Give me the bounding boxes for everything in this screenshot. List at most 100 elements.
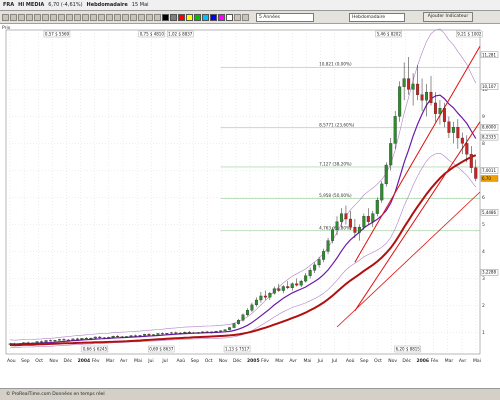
log-scale-icon[interactable] — [138, 13, 145, 21]
candle-body — [151, 334, 155, 336]
settings-icon[interactable] — [98, 13, 105, 21]
erase-tool-icon[interactable] — [58, 13, 65, 21]
right-price-tag-text: 6,70 — [482, 176, 491, 181]
x-tick-label: Déc — [63, 357, 72, 364]
arrow-tool-icon[interactable] — [50, 13, 57, 21]
zoom-tool-icon[interactable] — [10, 13, 17, 21]
candle-body — [98, 336, 102, 338]
indicator-icon[interactable] — [146, 13, 153, 21]
x-tick-label: Jui — [317, 358, 323, 364]
candle-body — [35, 341, 39, 344]
candle-body — [187, 331, 191, 333]
color-gray-swatch[interactable] — [170, 13, 177, 21]
candle-body — [290, 283, 294, 288]
x-tick-label: Déc — [402, 357, 411, 364]
candle-body — [384, 164, 388, 185]
candle-body — [322, 251, 326, 260]
color-red-swatch[interactable] — [178, 13, 185, 21]
x-tick-label: Fév — [92, 357, 100, 364]
candle-body — [250, 304, 254, 311]
top-price-label: 9,21 $ 1002 — [457, 32, 482, 37]
color-magenta-swatch[interactable] — [218, 13, 225, 21]
fibonacci-tool-icon[interactable] — [34, 13, 41, 21]
color-blue-swatch[interactable] — [210, 13, 217, 21]
color-white-swatch[interactable] — [226, 13, 233, 21]
scale-icon[interactable] — [130, 13, 137, 21]
x-tick-label: Nov — [49, 358, 58, 364]
candle-body — [8, 343, 12, 345]
alert-icon[interactable] — [154, 13, 161, 21]
linewidth-icon[interactable] — [234, 13, 241, 21]
x-tick-label: Nov — [219, 358, 228, 364]
candle-body — [232, 323, 236, 328]
candle-body — [416, 83, 420, 95]
line-chart-icon[interactable] — [122, 13, 129, 21]
candle-body — [326, 240, 330, 252]
ticker-code: FRA — [3, 2, 15, 8]
color-black-swatch[interactable] — [162, 13, 169, 21]
fib-level-label: 10,821 (0,00%) — [319, 62, 352, 67]
candle-body — [160, 333, 164, 335]
candle-body — [223, 329, 227, 331]
x-tick-label: 2006 — [417, 358, 430, 364]
x-tick-label: Aoû — [346, 357, 355, 364]
candle-body — [299, 280, 303, 286]
x-tick-label: Avr — [459, 358, 466, 364]
candle-body — [313, 264, 317, 271]
candle-body — [245, 310, 249, 316]
candle-body — [281, 286, 285, 291]
line-tool-icon[interactable] — [18, 13, 25, 21]
save-icon[interactable] — [82, 13, 89, 21]
x-tick-label: Oct — [205, 358, 213, 364]
chart-area[interactable]: 10987654321AouSepOctNovDéc2004FévMarAvrM… — [0, 24, 500, 388]
status-text: © ProRealTime.com Données en temps réel — [6, 392, 105, 397]
candle-body — [429, 91, 433, 104]
add-indicator-button[interactable]: Ajouter Indicateur — [423, 12, 473, 22]
y-tick-label: 5 — [482, 222, 485, 228]
y-tick-label: 2 — [482, 303, 485, 309]
candle-body — [259, 295, 263, 301]
x-tick-label: Mar — [106, 358, 115, 364]
magnet-tool-icon[interactable] — [66, 13, 73, 21]
channel-tool-icon[interactable] — [26, 13, 33, 21]
bottom-price-label: 1,13 $ 7517 — [225, 347, 250, 352]
candle-body — [371, 213, 375, 222]
color-yellow-swatch[interactable] — [186, 13, 193, 21]
linestyle-icon[interactable] — [242, 13, 249, 21]
candle-body — [44, 340, 48, 343]
x-tick-label: Fév — [431, 357, 439, 364]
right-price-tag-text: 5,4486 — [482, 210, 496, 215]
candle-body — [49, 340, 53, 342]
print-icon[interactable] — [74, 13, 81, 21]
candle-body — [214, 331, 218, 333]
color-cyan-swatch[interactable] — [202, 13, 209, 21]
candle-body — [196, 332, 200, 334]
x-tick-label: Jui — [147, 358, 153, 364]
y-tick-label: 4 — [482, 249, 485, 255]
x-tick-label: Oct — [374, 358, 382, 364]
right-price-tag-text: 3,2288 — [482, 270, 496, 275]
price-axis-label: Prix — [2, 26, 11, 31]
candle-body — [402, 78, 406, 87]
bar-icon[interactable] — [114, 13, 121, 21]
text-tool-icon[interactable] — [42, 13, 49, 21]
grid-icon[interactable] — [90, 13, 97, 21]
period-select[interactable]: 5 Années — [256, 13, 314, 22]
cursor-tool-icon[interactable] — [2, 13, 9, 21]
y-tick-label: 3 — [482, 276, 485, 282]
candle-body — [335, 221, 339, 230]
price-chart[interactable]: 10987654321AouSepOctNovDéc2004FévMarAvrM… — [0, 24, 500, 388]
interval-select[interactable]: Hebdomadaire — [349, 13, 405, 22]
candle-body — [120, 336, 124, 338]
bottom-price-label: 6,20 $ 8815 — [396, 347, 421, 352]
candle-body — [451, 127, 455, 133]
candle-body — [456, 127, 460, 139]
x-tick-label: Avr — [120, 358, 127, 364]
candle-icon[interactable] — [106, 13, 113, 21]
candle-body — [134, 335, 138, 337]
candle-body — [353, 226, 357, 233]
right-price-tag-text: 7,0011 — [482, 168, 496, 173]
color-green-swatch[interactable] — [194, 13, 201, 21]
x-tick-label: Mai — [134, 358, 142, 364]
candle-body — [219, 330, 223, 332]
